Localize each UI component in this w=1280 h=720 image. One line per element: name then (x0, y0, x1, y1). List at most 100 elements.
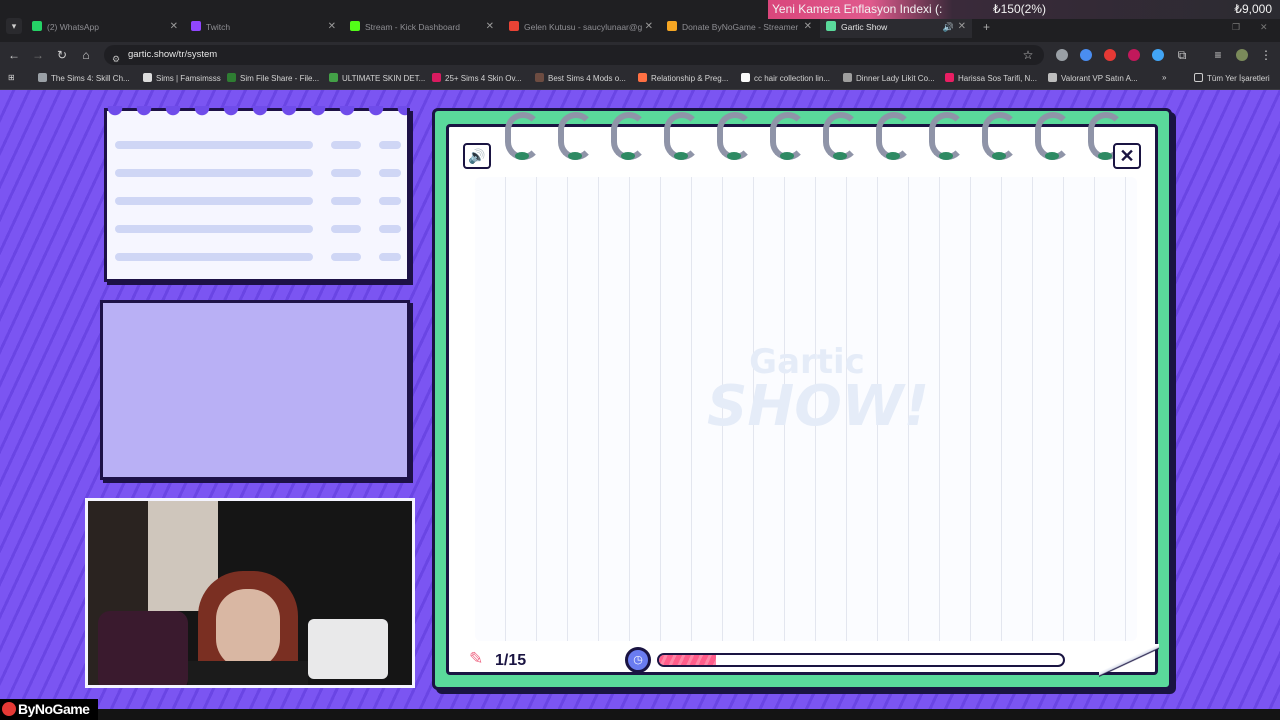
extension-shield-icon[interactable] (1056, 49, 1068, 61)
ticker-change: ₺150(2%) (993, 2, 1046, 16)
gmail-icon (509, 21, 519, 31)
bookmark-item[interactable]: Best Sims 4 Mods o... (535, 73, 626, 83)
tab-gmail[interactable]: Gelen Kutusu - saucylunaar@g ✕ (509, 18, 653, 36)
notepad-holes (107, 106, 407, 118)
spiral-ring (558, 112, 594, 160)
bookmark-item[interactable]: ULTIMATE SKIN DET... (329, 73, 425, 83)
extension-blue-icon[interactable] (1080, 49, 1092, 61)
placeholder-line (115, 225, 313, 233)
home-icon[interactable]: ⌂ (78, 47, 94, 63)
chat-notepad-panel (104, 106, 410, 282)
placeholder-line (331, 197, 361, 205)
browser-menu-icon[interactable]: ⋮ (1258, 47, 1274, 63)
close-tab-icon[interactable]: ✕ (486, 18, 494, 36)
kick-icon (350, 21, 360, 31)
bookmark-item[interactable]: Valorant VP Satın A... (1048, 73, 1138, 83)
stopwatch-icon: ◷ (625, 647, 651, 673)
round-counter: 1/15 (495, 652, 527, 669)
apps-grid-icon[interactable]: ⊞ (8, 73, 15, 82)
spiral-ring (770, 112, 806, 160)
bookmark-item[interactable]: Relationship & Preg... (638, 73, 728, 83)
spiral-ring (611, 112, 647, 160)
ticker-headline: Yeni Kamera Enflasyon Indexi (: (772, 2, 943, 16)
profile-avatar[interactable] (1236, 49, 1248, 61)
tab-bynogame[interactable]: Donate ByNoGame - Streamer ✕ (667, 18, 812, 36)
timer-bar-fill (659, 655, 716, 665)
site-info-icon[interactable]: ⚙ (112, 49, 120, 69)
tab-title: Donate ByNoGame - Streamer (682, 22, 799, 32)
spiral-ring (505, 112, 541, 160)
webcam-chair (98, 611, 188, 685)
placeholder-line (115, 197, 313, 205)
gartic-board: 🔊 ✕ Gartic SHOW! ✎ 1/15 ◷ (432, 108, 1172, 690)
close-tab-icon[interactable]: ✕ (328, 18, 336, 36)
bookmark-item[interactable]: Sims | Famsimsss (143, 73, 221, 83)
tab-kick[interactable]: Stream - Kick Dashboard ✕ (350, 18, 494, 36)
speaker-icon[interactable]: 🔊 (463, 143, 491, 169)
tab-search-icon[interactable]: ▾ (6, 18, 22, 34)
watermark-bottom-text: SHOW! (707, 374, 930, 439)
extensions-puzzle-icon[interactable]: ⧉ (1174, 47, 1190, 63)
bynogame-label: ByNoGame (18, 701, 90, 717)
back-icon[interactable]: ← (6, 47, 22, 63)
url-text: gartic.show/tr/system (128, 49, 218, 60)
more-bookmarks-button[interactable]: » (1162, 73, 1166, 82)
extension-pink-icon[interactable] (1128, 49, 1140, 61)
placeholder-line (379, 169, 401, 177)
bookmark-item[interactable]: cc hair collection lin... (741, 73, 830, 83)
tab-title: (2) WhatsApp (47, 22, 99, 32)
close-tab-icon[interactable]: ✕ (804, 18, 812, 36)
tab-whatsapp[interactable]: (2) WhatsApp ✕ (32, 18, 178, 36)
spiral-ring (929, 112, 965, 160)
gartic-show-watermark: Gartic SHOW! (707, 345, 930, 439)
close-icon[interactable]: ✕ (1113, 143, 1141, 169)
window-close-icon[interactable]: ✕ (1260, 22, 1268, 33)
tab-title: Gartic Show (841, 22, 888, 32)
bookmarks-bar: ⊞ The Sims 4: Skill Ch... Sims | Famsims… (0, 68, 1280, 90)
pencil-icon: ✎ (469, 649, 484, 668)
tab-twitch[interactable]: Twitch ✕ (191, 18, 336, 36)
placeholder-line (379, 225, 401, 233)
spiral-ring (982, 112, 1018, 160)
stream-scene: 🔊 ✕ Gartic SHOW! ✎ 1/15 ◷ ByNoGame (0, 90, 1280, 720)
tab-title: Stream - Kick Dashboard (365, 22, 460, 32)
bookmark-item[interactable]: Harissa Sos Tarifi, N... (945, 73, 1037, 83)
webcam-headset-stand (308, 619, 388, 679)
bookmark-star-icon[interactable]: ☆ (1020, 47, 1036, 63)
address-bar-row: ← → ↻ ⌂ ⚙ gartic.show/tr/system ☆ ⧉ ≡ ⋮ (0, 42, 1280, 68)
media-control-icon[interactable]: ≡ (1210, 47, 1226, 63)
placeholder-line (331, 253, 361, 261)
twitch-icon (191, 21, 201, 31)
placeholder-line (115, 253, 313, 261)
bookmark-item[interactable]: The Sims 4: Skill Ch... (38, 73, 130, 83)
bookmark-item[interactable]: 25+ Sims 4 Skin Ov... (432, 73, 522, 83)
restore-icon[interactable]: ❐ (1232, 22, 1240, 33)
page-curl (1099, 644, 1159, 678)
extension-download-icon[interactable] (1152, 49, 1164, 61)
close-tab-icon[interactable]: ✕ (645, 18, 653, 36)
placeholder-line (379, 197, 401, 205)
placeholder-line (331, 225, 361, 233)
new-tab-button[interactable]: + (983, 20, 990, 34)
extension-red-icon[interactable] (1104, 49, 1116, 61)
reload-icon[interactable]: ↻ (54, 47, 70, 63)
bynogame-icon (667, 21, 677, 31)
price-ticker: Yeni Kamera Enflasyon Indexi (: ₺150(2%)… (768, 0, 1280, 19)
close-tab-icon[interactable]: ✕ (170, 18, 178, 36)
ticker-price: ₺9,000 (1234, 2, 1272, 16)
all-bookmarks-folder[interactable]: Tüm Yer İşaretleri (1194, 73, 1270, 83)
webcam-feed (85, 498, 415, 688)
empty-overlay-panel (100, 300, 410, 480)
forward-icon[interactable]: → (30, 47, 46, 63)
bynogame-logo-icon (2, 702, 16, 716)
bookmark-item[interactable]: Sim File Share - File... (227, 73, 319, 83)
placeholder-line (115, 169, 313, 177)
placeholder-line (379, 253, 401, 261)
spiral-ring (823, 112, 859, 160)
bookmark-item[interactable]: Dinner Lady Likit Co... (843, 73, 935, 83)
gartic-icon (826, 21, 836, 31)
webcam-person-shirt (188, 661, 308, 685)
placeholder-line (115, 141, 313, 149)
spiral-ring (876, 112, 912, 160)
url-field[interactable]: ⚙ gartic.show/tr/system (104, 45, 1044, 65)
